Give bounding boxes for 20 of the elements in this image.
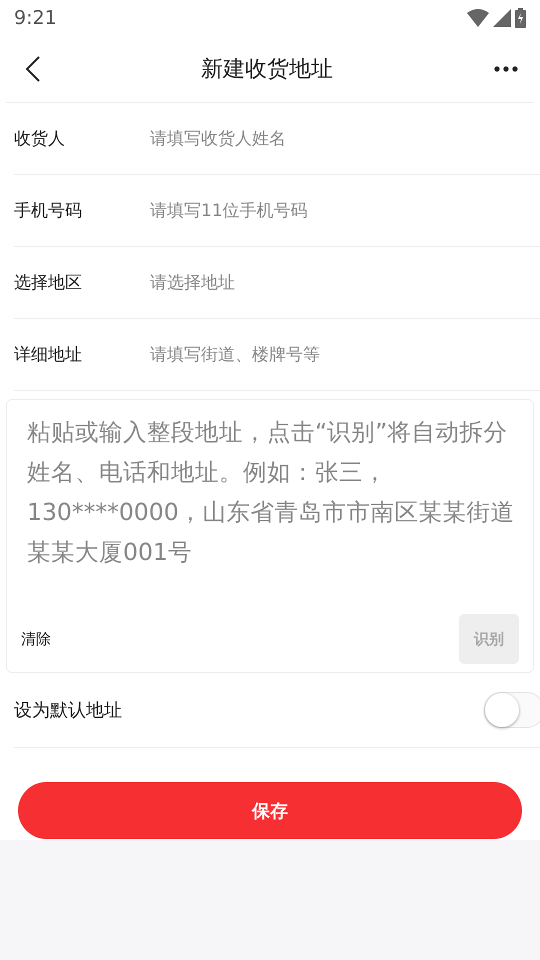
wifi-icon [467, 9, 489, 27]
field-label: 详细地址 [14, 344, 83, 366]
default-toggle[interactable] [484, 692, 540, 728]
clear-button[interactable]: 清除 [21, 630, 51, 648]
field-label: 选择地区 [14, 272, 83, 294]
field-label: 收货人 [14, 128, 66, 150]
status-time: 9:21 [14, 7, 57, 29]
field-label: 手机号码 [14, 200, 83, 222]
signal-icon [493, 9, 511, 27]
default-address-label: 设为默认地址 [14, 699, 122, 722]
battery-icon [515, 8, 526, 28]
address-text-area[interactable]: 粘贴或输入整段地址，点击“识别”将自动拆分姓名、电话和地址。例如：张三，130****0000，山东省青岛市市南区某某街道某某大厦001号 [7, 400, 533, 614]
save-button[interactable]: 保存 [18, 782, 522, 839]
more-icon[interactable] [494, 66, 518, 72]
input-field[interactable]: 请填写收货人姓名 [150, 128, 490, 148]
input-field[interactable]: 请填写街道、楼牌号等 [150, 344, 490, 364]
input-field[interactable]: 请填写11位手机号码 [150, 200, 490, 220]
page-title: 新建收货地址 [201, 56, 333, 84]
input-field[interactable]: 请选择地址 [150, 272, 490, 292]
back-icon[interactable] [26, 56, 40, 82]
